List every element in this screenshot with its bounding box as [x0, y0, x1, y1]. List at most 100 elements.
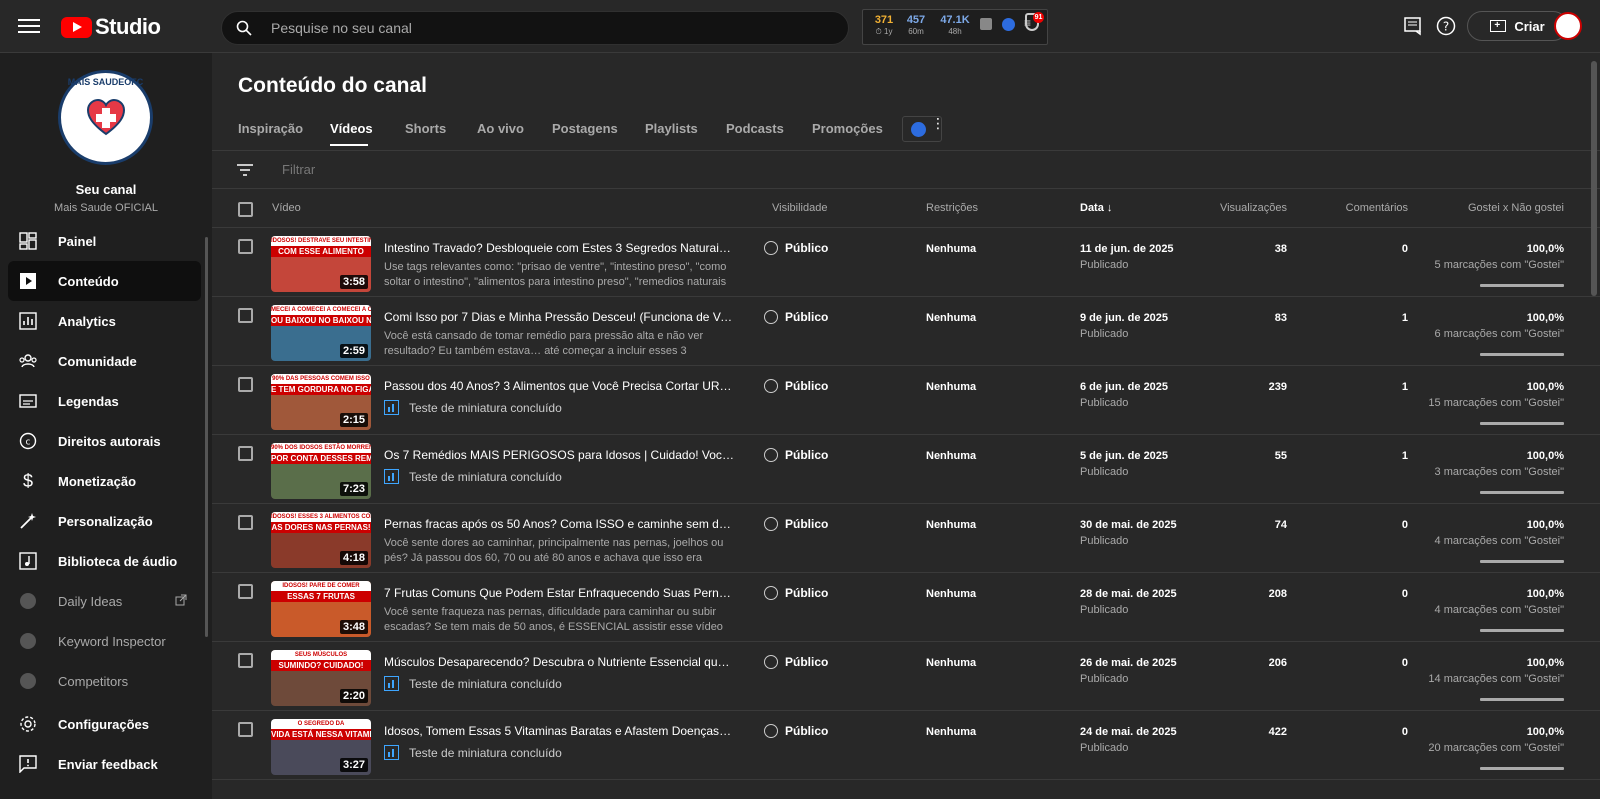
- header-likes[interactable]: Gostei x Não gostei: [1412, 202, 1564, 214]
- filter-icon[interactable]: [237, 163, 253, 177]
- sidebar-item-comunidade[interactable]: Comunidade: [8, 341, 201, 381]
- row-checkbox[interactable]: [238, 308, 253, 323]
- table-row[interactable]: IDOSOS! ESSES 3 ALIMENTOS CORTAM AS DORE…: [212, 504, 1600, 573]
- tab-promocoes[interactable]: Promoções: [812, 121, 883, 136]
- video-thumbnail[interactable]: MECEI A COMECEI A COMECEI A C OU BAIXOU …: [271, 305, 371, 361]
- thumbnail-test-status[interactable]: Teste de miniatura concluído: [384, 745, 562, 760]
- menu-icon[interactable]: [18, 15, 40, 37]
- table-row[interactable]: O SEGREDO DA VIDA ESTÁ NESSA VITAMINA 3:…: [212, 711, 1600, 780]
- row-checkbox[interactable]: [238, 239, 253, 254]
- video-thumbnail[interactable]: IDOSOS! ESSES 3 ALIMENTOS CORTAM AS DORE…: [271, 512, 371, 568]
- table-row[interactable]: 90% DAS PESSOAS COMEM ISSO E TEM GORDURA…: [212, 366, 1600, 435]
- table-row[interactable]: IDOSOS! PARE DE COMER ESSAS 7 FRUTAS 3:4…: [212, 573, 1600, 642]
- likes-ratio-bar: [1480, 698, 1564, 701]
- video-thumbnail[interactable]: O SEGREDO DA VIDA ESTÁ NESSA VITAMINA 3:…: [271, 719, 371, 775]
- studio-logo[interactable]: Studio: [61, 14, 161, 40]
- row-checkbox[interactable]: [238, 515, 253, 530]
- main-scrollbar[interactable]: [1591, 61, 1597, 296]
- row-checkbox[interactable]: [238, 377, 253, 392]
- visibility-cell[interactable]: Público: [764, 724, 828, 738]
- tab-inspiracao[interactable]: Inspiração: [238, 121, 303, 136]
- sidebar-item-personalizacao[interactable]: Personalização: [8, 501, 201, 541]
- channel-logo[interactable]: MAIS SAUDEOFC: [58, 70, 153, 165]
- sidebar-item-monetizacao[interactable]: $ Monetização: [8, 461, 201, 501]
- tab-playlists[interactable]: Playlists: [645, 121, 698, 136]
- row-checkbox[interactable]: [238, 722, 253, 737]
- video-title[interactable]: Idosos, Tomem Essas 5 Vitaminas Baratas …: [384, 724, 734, 738]
- notification-badge: 91: [1033, 12, 1044, 23]
- channel-name[interactable]: Seu canal: [0, 182, 212, 197]
- thumbnail-test-status[interactable]: Teste de miniatura concluído: [384, 400, 562, 415]
- header-views[interactable]: Visualizações: [1172, 202, 1287, 214]
- video-thumbnail[interactable]: 90% DAS PESSOAS COMEM ISSO E TEM GORDURA…: [271, 374, 371, 430]
- row-checkbox[interactable]: [238, 446, 253, 461]
- comments-cell: 1: [1401, 312, 1408, 324]
- sidebar-item-competitors[interactable]: Competitors: [8, 661, 201, 701]
- video-title[interactable]: 7 Frutas Comuns Que Podem Estar Enfraque…: [384, 586, 734, 600]
- row-checkbox[interactable]: [238, 584, 253, 599]
- video-thumbnail[interactable]: SEUS MÚSCULOS SUMINDO? CUIDADO! 2:20: [271, 650, 371, 706]
- table-row[interactable]: MECEI A COMECEI A COMECEI A C OU BAIXOU …: [212, 297, 1600, 366]
- filter-input[interactable]: [280, 157, 580, 181]
- sidebar-item-keyword-inspector[interactable]: Keyword Inspector: [8, 621, 201, 661]
- tab-ao-vivo[interactable]: Ao vivo: [477, 121, 524, 136]
- header-comments[interactable]: Comentários: [1312, 202, 1408, 214]
- header-visibility[interactable]: Visibilidade: [772, 202, 827, 214]
- video-thumbnail[interactable]: IDOSOS! DESTRAVE SEU INTESTINO COM ESSE …: [271, 236, 371, 292]
- video-thumbnail[interactable]: 90% DOS IDOSOS ESTÃO MORRENDO POR CONTA …: [271, 443, 371, 499]
- video-title[interactable]: Pernas fracas após os 50 Anos? Coma ISSO…: [384, 517, 734, 531]
- vidiq-icon[interactable]: [1002, 18, 1015, 31]
- help-icon[interactable]: ?: [1436, 16, 1456, 36]
- visibility-cell[interactable]: Público: [764, 655, 828, 669]
- tab-shorts[interactable]: Shorts: [405, 121, 446, 136]
- header-restrictions[interactable]: Restrições: [926, 202, 978, 214]
- row-checkbox[interactable]: [238, 653, 253, 668]
- visibility-cell[interactable]: Público: [764, 448, 828, 462]
- more-vert-icon[interactable]: ⋮: [931, 116, 945, 130]
- header-video[interactable]: Vídeo: [272, 202, 301, 214]
- sidebar-item-legendas[interactable]: Legendas: [8, 381, 201, 421]
- account-avatar[interactable]: [1554, 12, 1582, 40]
- table-row[interactable]: 90% DOS IDOSOS ESTÃO MORRENDO POR CONTA …: [212, 435, 1600, 504]
- create-button[interactable]: + Criar: [1467, 11, 1568, 41]
- video-description: Você sente dores ao caminhar, principalm…: [384, 537, 724, 564]
- thumbnail-test-status[interactable]: Teste de miniatura concluído: [384, 676, 562, 691]
- vidiq-stats-widget[interactable]: 371 ⏱ 1y 457 60m 47.1K 48h ≡: [862, 9, 1048, 45]
- video-title[interactable]: Músculos Desaparecendo? Descubra o Nutri…: [384, 655, 734, 669]
- search-icon[interactable]: [236, 20, 252, 36]
- select-all-checkbox[interactable]: [238, 202, 253, 217]
- vidiq-tab-button[interactable]: ⋮: [902, 116, 945, 142]
- thumbnail-test-status[interactable]: Teste de miniatura concluído: [384, 469, 562, 484]
- video-title[interactable]: Os 7 Remédios MAIS PERIGOSOS para Idosos…: [384, 448, 734, 462]
- video-thumbnail[interactable]: IDOSOS! PARE DE COMER ESSAS 7 FRUTAS 3:4…: [271, 581, 371, 637]
- visibility-cell[interactable]: Público: [764, 241, 828, 255]
- sidebar-item-configuracoes[interactable]: Configurações: [8, 704, 201, 744]
- video-title[interactable]: Passou dos 40 Anos? 3 Alimentos que Você…: [384, 379, 734, 393]
- search-input[interactable]: [269, 12, 829, 44]
- tab-videos[interactable]: Vídeos: [330, 121, 373, 136]
- tab-postagens[interactable]: Postagens: [552, 121, 618, 136]
- sidebar-item-direitos-autorais[interactable]: c Direitos autorais: [8, 421, 201, 461]
- visibility-cell[interactable]: Público: [764, 517, 828, 531]
- sidebar-scrollbar[interactable]: [205, 237, 208, 637]
- sidebar-item-biblioteca-audio[interactable]: Biblioteca de áudio: [8, 541, 201, 581]
- visibility-cell[interactable]: Público: [764, 586, 828, 600]
- video-title[interactable]: Comi Isso por 7 Dias e Minha Pressão Des…: [384, 310, 734, 324]
- sidebar-item-enviar-feedback[interactable]: Enviar feedback: [8, 744, 201, 784]
- table-row[interactable]: SEUS MÚSCULOS SUMINDO? CUIDADO! 2:20 Mús…: [212, 642, 1600, 711]
- sidebar-item-painel[interactable]: Painel: [8, 221, 201, 261]
- sidebar-item-conteudo[interactable]: Conteúdo: [8, 261, 201, 301]
- thumbnail-test-icon: [384, 676, 399, 691]
- comments-cell: 0: [1401, 519, 1408, 531]
- chart-icon[interactable]: [980, 18, 992, 30]
- likes-ratio-bar: [1480, 284, 1564, 287]
- sidebar-item-daily-ideas[interactable]: Daily Ideas: [8, 581, 201, 621]
- comment-icon[interactable]: [1403, 16, 1423, 36]
- visibility-cell[interactable]: Público: [764, 310, 828, 324]
- video-title[interactable]: Intestino Travado? Desbloqueie com Estes…: [384, 241, 734, 255]
- table-row[interactable]: IDOSOS! DESTRAVE SEU INTESTINO COM ESSE …: [212, 228, 1600, 297]
- header-date[interactable]: Data ↓: [1080, 202, 1112, 214]
- tab-podcasts[interactable]: Podcasts: [726, 121, 784, 136]
- sidebar-item-analytics[interactable]: Analytics: [8, 301, 201, 341]
- visibility-cell[interactable]: Público: [764, 379, 828, 393]
